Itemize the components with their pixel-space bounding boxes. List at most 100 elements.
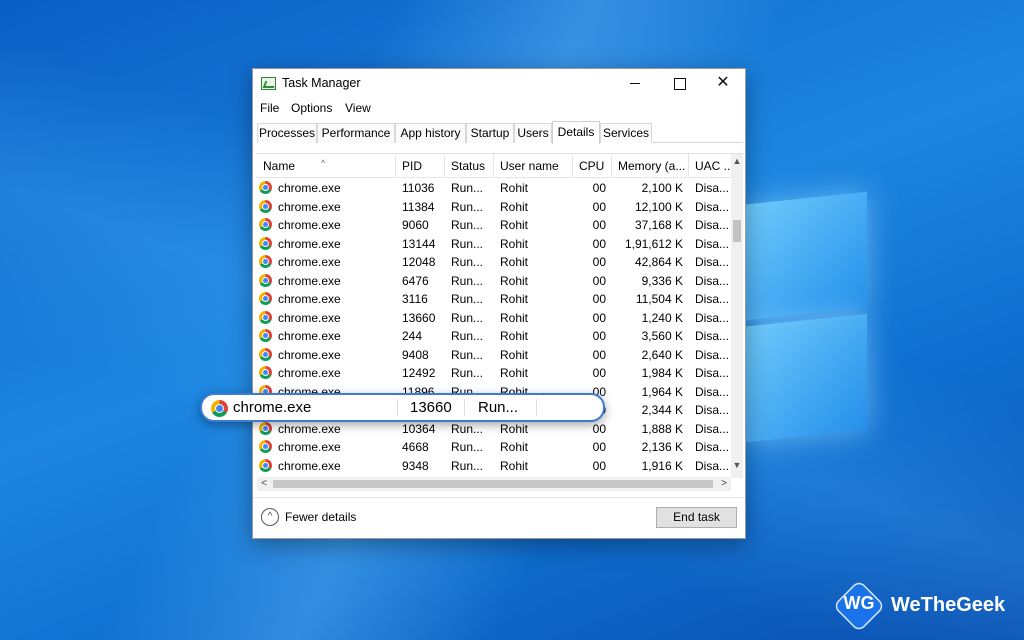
cell-uac: Disa...	[695, 218, 730, 232]
cell-uac: Disa...	[695, 421, 730, 436]
cell-memory: 42,864 K	[634, 255, 683, 269]
cell-status: Run...	[451, 199, 484, 214]
table-row[interactable]: chrome.exe 11384 Run... Rohit 00 12,100 K Disa…	[257, 198, 731, 217]
menu-bar: File Options View	[253, 99, 745, 119]
table-row[interactable]: chrome.exe 6476 Run... Rohit 00 9,336 K Disa..…	[257, 272, 731, 291]
table-row[interactable]: chrome.exe 12492 Run... Rohit 00 1,984 K Disa.…	[257, 364, 731, 383]
table-row[interactable]: chrome.exe 3116 Run... Rohit 00 11,504 K Disa.…	[257, 290, 731, 309]
scroll-right-icon[interactable]: >	[717, 477, 731, 491]
tab-performance[interactable]: Performance	[317, 123, 395, 143]
cell-name: chrome.exe	[278, 347, 341, 362]
cell-status: Run...	[451, 310, 484, 325]
cell-cpu: 00	[592, 347, 606, 362]
column-header-status[interactable]: Status	[445, 154, 494, 178]
callout-divider	[536, 399, 537, 416]
cell-user-name: Rohit	[500, 366, 529, 380]
cell-pid: 11384	[402, 199, 435, 214]
table-row[interactable]: chrome.exe 13660 Run... Rohit 00 1,240 K Disa.…	[257, 309, 731, 328]
chrome-icon	[259, 310, 272, 324]
table-row[interactable]: chrome.exe 244 Run... Rohit 00 3,560 K Disa...	[257, 327, 731, 346]
cell-name: chrome.exe	[278, 310, 341, 325]
cell-user-name: Rohit	[500, 273, 529, 288]
highlighted-process-callout: chrome.exe 13660 Run...	[200, 393, 605, 422]
cell-status: Run...	[451, 458, 484, 473]
menu-file[interactable]: File	[260, 101, 279, 115]
horizontal-scrollbar[interactable]: < >	[257, 477, 731, 491]
cell-status: Run...	[451, 421, 484, 436]
cell-user-name: Rohit	[500, 255, 529, 269]
task-manager-window: Task Manager ✕ File Options View Process…	[252, 68, 746, 539]
callout-divider	[397, 399, 398, 416]
cell-pid: 4668	[402, 440, 429, 454]
column-header-name[interactable]: Name ^	[257, 154, 396, 178]
column-header-memory[interactable]: Memory (a...	[612, 154, 689, 178]
table-row[interactable]: chrome.exe 9408 Run... Rohit 00 2,640 K Disa..…	[257, 346, 731, 365]
column-header-user-name[interactable]: User name	[494, 154, 573, 178]
maximize-button[interactable]	[657, 69, 701, 97]
cell-pid: 9348	[402, 458, 429, 473]
column-header-pid[interactable]: PID	[396, 154, 445, 178]
menu-view[interactable]: View	[345, 101, 371, 115]
cell-cpu: 00	[592, 218, 606, 232]
task-manager-icon	[261, 77, 276, 90]
table-row[interactable]: chrome.exe 9060 Run... Rohit 00 37,168 K Disa.…	[257, 216, 731, 235]
menu-options[interactable]: Options	[291, 101, 332, 115]
details-table: Name ^ PID Status User name CPU Memory (a…	[257, 153, 743, 478]
cell-memory: 11,504 K	[635, 292, 683, 306]
fewer-details-link[interactable]: Fewer details	[285, 510, 356, 524]
cell-name: chrome.exe	[278, 181, 341, 195]
cell-uac: Disa...	[695, 236, 730, 251]
tab-app-history[interactable]: App history	[395, 123, 466, 143]
table-row[interactable]: chrome.exe 4668 Run... Rohit 00 2,136 K Disa..…	[257, 438, 731, 457]
column-header-cpu[interactable]: CPU	[573, 154, 612, 178]
horizontal-scroll-thumb[interactable]	[273, 480, 713, 488]
table-row[interactable]: chrome.exe 12048 Run... Rohit 00 42,864 K Disa…	[257, 253, 731, 272]
chevron-up-icon[interactable]: ^	[261, 508, 279, 526]
cell-pid: 13144	[402, 236, 436, 251]
chrome-icon	[259, 347, 272, 361]
table-row[interactable]: chrome.exe 9348 Run... Rohit 00 1,916 K Disa..…	[257, 457, 731, 476]
close-button[interactable]: ✕	[701, 69, 745, 97]
scroll-down-icon[interactable]: ▼	[731, 460, 743, 474]
vertical-scroll-thumb[interactable]	[733, 220, 741, 242]
brand-logo-text: WG	[843, 593, 875, 613]
cell-cpu: 00	[592, 236, 606, 251]
tab-users[interactable]: Users	[514, 123, 552, 143]
tab-details[interactable]: Details	[552, 121, 600, 144]
cell-status: Run...	[451, 218, 484, 232]
cell-status: Run...	[451, 329, 484, 343]
cell-uac: Disa...	[695, 199, 730, 214]
end-task-button[interactable]: End task	[656, 507, 737, 528]
cell-cpu: 00	[592, 329, 606, 343]
scroll-up-icon[interactable]: ▲	[731, 156, 743, 170]
chrome-icon	[259, 236, 272, 250]
cell-pid: 244	[402, 329, 423, 343]
tab-startup[interactable]: Startup	[466, 123, 514, 143]
cell-uac: Disa...	[695, 384, 730, 399]
cell-user-name: Rohit	[500, 310, 529, 325]
column-header-uac[interactable]: UAC ...	[689, 154, 731, 178]
cell-cpu: 00	[592, 199, 606, 214]
cell-uac: Disa...	[695, 329, 730, 343]
cell-pid: 13660	[402, 310, 436, 325]
table-row[interactable]: chrome.exe 10364 Run... Rohit 00 1,888 K Disa.…	[257, 420, 731, 439]
vertical-scrollbar[interactable]: ▲ ▼	[731, 154, 743, 478]
callout-process-name: chrome.exe	[233, 399, 312, 416]
cell-status: Run...	[451, 440, 484, 454]
cell-name: chrome.exe	[278, 292, 341, 306]
cell-cpu: 00	[592, 440, 606, 454]
scroll-left-icon[interactable]: <	[257, 477, 271, 491]
cell-status: Run...	[451, 292, 484, 306]
chrome-icon	[259, 421, 272, 435]
cell-pid: 11036	[402, 181, 435, 195]
cell-pid: 9408	[402, 347, 429, 362]
table-row[interactable]: chrome.exe 11036 Run... Rohit 00 2,100 K Disa.…	[257, 179, 731, 198]
minimize-button[interactable]	[613, 69, 657, 97]
tab-services[interactable]: Services	[600, 123, 652, 143]
cell-status: Run...	[451, 273, 484, 288]
title-bar[interactable]: Task Manager ✕	[253, 69, 745, 99]
table-row[interactable]: chrome.exe 13144 Run... Rohit 00 1,91,612 K Di…	[257, 235, 731, 254]
window-title: Task Manager	[282, 76, 361, 90]
tab-processes[interactable]: Processes	[257, 123, 317, 143]
cell-memory: 1,964 K	[641, 384, 683, 399]
